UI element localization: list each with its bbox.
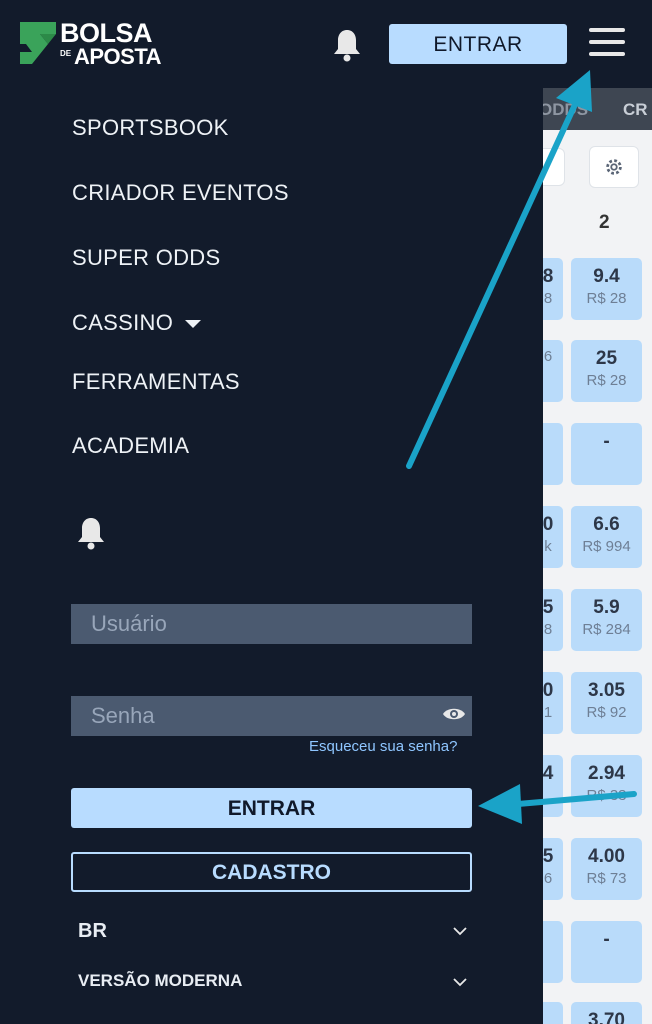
odds-cell-lay[interactable]: 5.9 R$ 284 [571,589,642,651]
menu-item-super-odds[interactable]: SUPER ODDS [72,245,220,271]
odd-volume: R$ 28 [586,372,627,389]
logo-text-de: DE [60,49,72,58]
odd-value: 5 [543,846,554,867]
odds-cell-lay[interactable]: - [571,921,642,983]
odds-cell-back[interactable]: 4 [543,755,563,817]
odds-cell-back[interactable]: 58 [543,589,563,651]
odds-cell-lay[interactable]: 25 R$ 28 [571,340,642,402]
odds-cell-lay[interactable]: 3.70 [571,1002,642,1024]
odds-cell-back[interactable] [543,921,563,983]
odd-value: 6.6 [593,514,620,535]
menu-item-cassino[interactable]: CASSINO [72,310,202,336]
odd-volume: R$ 92 [586,704,627,721]
odd-volume: R$ 28 [586,290,627,307]
odds-cell-lay[interactable]: - [571,423,642,485]
menu-item-label: SUPER ODDS [72,245,221,270]
chevron-down-icon [453,978,467,987]
odd-value: 3.70 [588,1010,625,1024]
odd-volume: 1 [543,704,553,721]
odds-cell-back[interactable]: 56 [543,838,563,900]
odd-volume: 6 [543,348,553,365]
odd-value: 5.9 [593,597,620,618]
odd-value: - [603,431,610,452]
login-button[interactable]: ENTRAR [71,788,472,828]
odd-volume: R$ 73 [586,870,627,887]
odds-cell-back[interactable]: 0k [543,506,563,568]
eye-icon[interactable] [442,706,466,722]
odd-value: 0 [543,514,554,535]
forgot-password-link[interactable]: Esqueceu sua senha? [309,738,457,755]
odd-volume: 8 [543,621,553,638]
language-select[interactable]: BR [78,920,468,950]
odds-cell-back[interactable]: 88 [543,258,563,320]
menu-item-label: ACADEMIA [72,433,190,458]
odd-value: 4 [543,763,554,784]
odds-cell-lay[interactable]: 4.00 R$ 73 [571,838,642,900]
username-input[interactable] [71,604,472,644]
menu-item-sportsbook[interactable]: SPORTSBOOK [72,115,229,141]
odd-volume: R$ 994 [582,538,631,555]
bolsa-de-aposta-logo[interactable]: BOLSA DE APOSTA [18,18,162,69]
odds-cell-lay[interactable]: 2.94 R$ 33 [571,755,642,817]
tab-odds[interactable]: ODDS [543,100,588,120]
gear-icon [606,159,622,175]
odd-volume: R$ 284 [582,621,631,638]
odds-cell-lay[interactable]: 9.4 R$ 28 [571,258,642,320]
odds-cell-lay[interactable]: 6.6 R$ 994 [571,506,642,568]
version-value: VERSÃO MODERNA [78,971,243,990]
top-header: BOLSA DE APOSTA ENTRAR [0,0,652,88]
menu-item-ferramentas[interactable]: FERRAMENTAS [72,369,240,395]
side-drawer: SPORTSBOOK CRIADOR EVENTOS SUPER ODDS CA… [0,88,543,1024]
language-value: BR [78,920,107,942]
odds-cell-back[interactable] [543,423,563,485]
odd-volume: 6 [543,870,553,887]
background-odds-panel: ODDS CR 2 8 8 9.4 R$ 28 6 25 R$ 28-0 k 6.6 R$ 994… [543,88,652,1024]
odd-value: 2.94 [588,763,625,784]
chevron-down-icon [453,927,467,936]
odd-volume: k [544,538,552,555]
bell-icon[interactable] [332,28,362,62]
menu-item-label: SPORTSBOOK [72,115,229,140]
odd-value: 0 [543,680,554,701]
menu-item-label: CASSINO [72,310,174,335]
market-tabs: ODDS CR [543,88,652,130]
odd-value: 3.05 [588,680,625,701]
odd-value: 9.4 [593,266,620,287]
header-entrar-button[interactable]: ENTRAR [389,24,567,64]
column-header-2: 2 [599,212,610,233]
menu-item-label: FERRAMENTAS [72,369,240,394]
odds-cell-lay[interactable]: 3.05 R$ 92 [571,672,642,734]
menu-item-label: CRIADOR EVENTOS [72,180,289,205]
odd-volume: 8 [543,290,553,307]
odd-volume: R$ 33 [586,787,627,804]
register-button[interactable]: CADASTRO [71,852,472,892]
caret-down-icon [185,320,202,329]
settings-button[interactable] [589,146,639,188]
logo-text-aposta: APOSTA [74,44,162,69]
tab-cr[interactable]: CR [623,100,648,120]
notifications-bell-icon[interactable] [76,516,106,550]
odds-cell-back[interactable]: 6 [543,340,563,402]
odd-value: - [603,929,610,950]
odd-value: 5 [543,597,554,618]
odd-value: 4.00 [588,846,625,867]
menu-item-academia[interactable]: ACADEMIA [72,433,189,459]
odd-value: 25 [595,348,618,369]
version-select[interactable]: VERSÃO MODERNA [78,971,468,1001]
odds-cell-back[interactable]: 01 [543,672,563,734]
password-input[interactable] [71,696,472,736]
odd-value: 8 [543,266,554,287]
hamburger-menu-icon[interactable] [589,26,627,58]
menu-item-criador-eventos[interactable]: CRIADOR EVENTOS [72,180,289,206]
filter-button[interactable] [543,148,565,186]
logo-mark-icon [20,22,56,64]
odds-cell-back[interactable] [543,1002,563,1024]
